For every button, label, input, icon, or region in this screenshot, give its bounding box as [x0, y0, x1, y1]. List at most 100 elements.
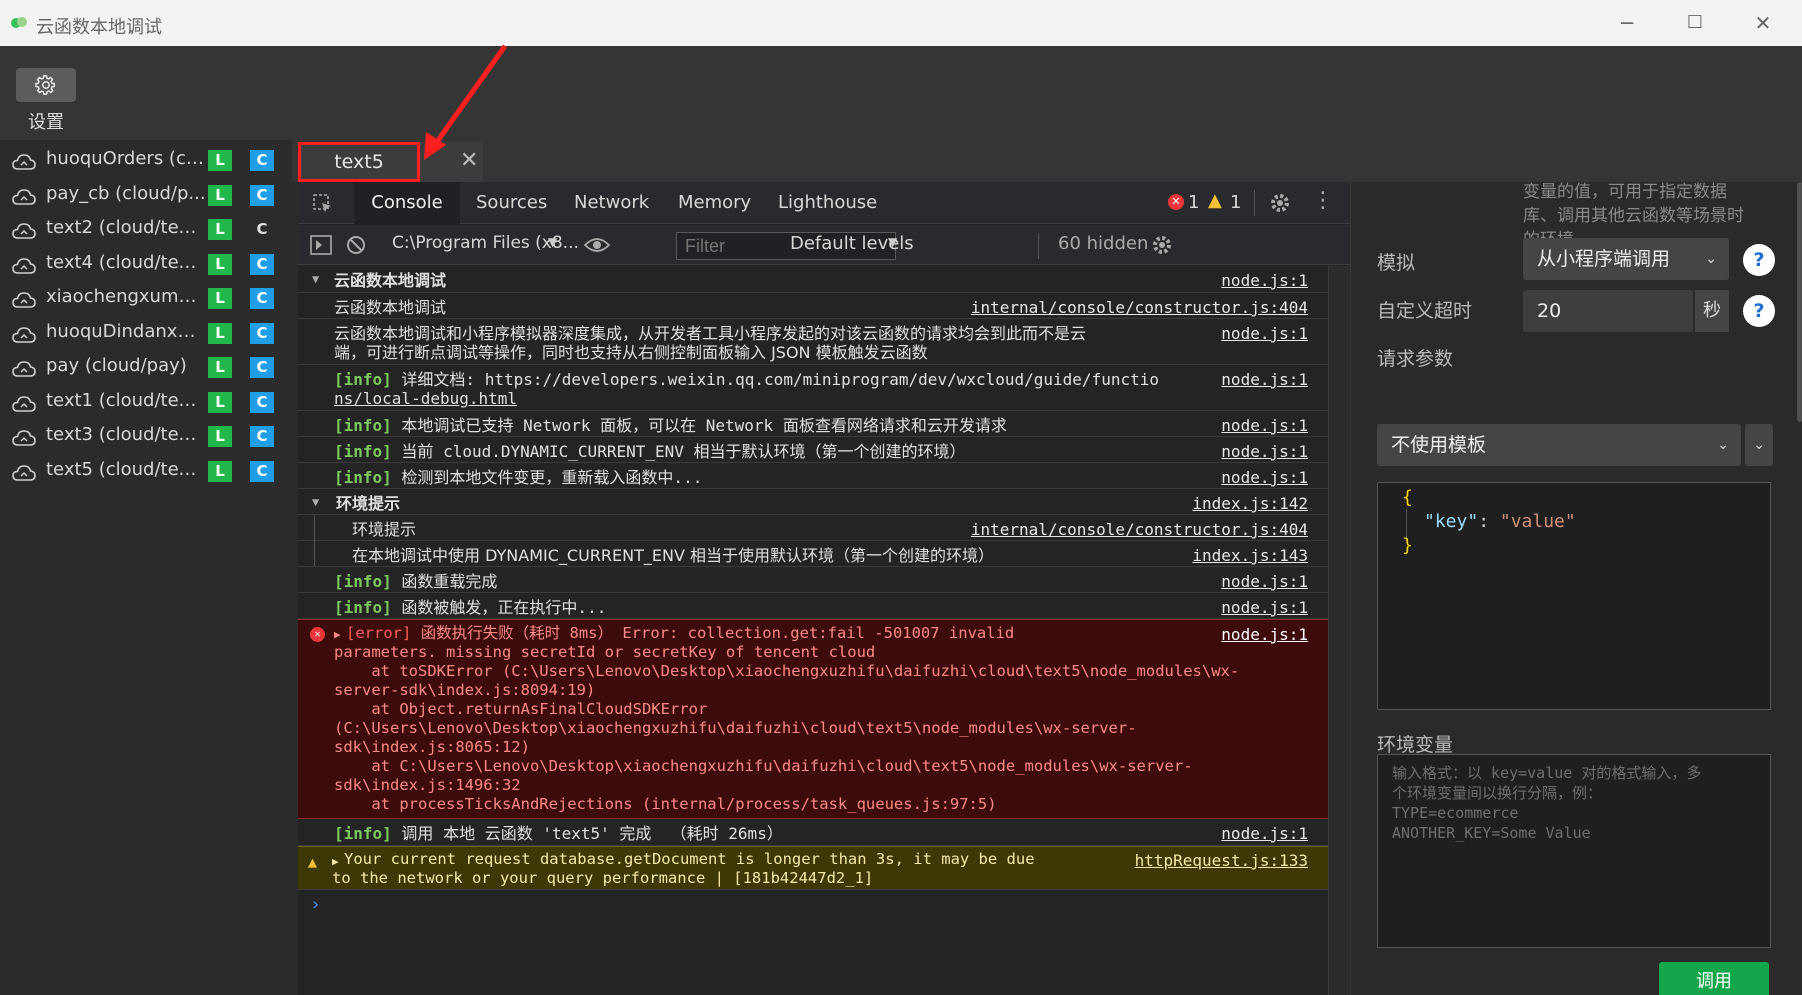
- divider: [1254, 190, 1255, 216]
- close-tab-icon[interactable]: ✕: [460, 148, 478, 173]
- source-link[interactable]: node.js:1: [1221, 597, 1308, 619]
- inspect-element-icon[interactable]: [312, 193, 334, 215]
- mode-select[interactable]: 从小程序端调用 ⌄: [1523, 238, 1729, 280]
- expand-triangle-icon[interactable]: ▶: [332, 855, 339, 868]
- source-link[interactable]: index.js:142: [1192, 493, 1308, 515]
- console-row: 在本地调试中使用 DYNAMIC_CURRENT_ENV 相当于使用默认环境（第…: [298, 541, 1328, 567]
- function-item[interactable]: pay_cb (cloud/p... L C: [0, 179, 292, 213]
- console-row: [info] 本地调试已支持 Network 面板，可以在 Network 面板…: [298, 411, 1328, 437]
- source-link[interactable]: node.js:1: [1221, 467, 1308, 489]
- tab-memory[interactable]: Memory: [678, 192, 751, 213]
- clear-console-icon[interactable]: [346, 235, 366, 255]
- function-name: text4 (cloud/text4): [46, 251, 206, 273]
- local-badge: L: [208, 426, 232, 447]
- close-window-button[interactable]: ✕: [1748, 8, 1778, 38]
- error-count[interactable]: 1: [1188, 192, 1199, 213]
- settings-button[interactable]: [16, 68, 76, 102]
- cloud-icon: [12, 395, 36, 412]
- function-item[interactable]: text5 (cloud/text5) L C: [0, 455, 292, 489]
- error-icon: ✕: [310, 627, 325, 642]
- console-row: 环境提示 internal/console/constructor.js:404: [298, 515, 1328, 567]
- panel-scrollbar[interactable]: [1797, 182, 1802, 422]
- source-link[interactable]: internal/console/constructor.js:404: [971, 519, 1308, 541]
- env-vars-textarea[interactable]: 输入格式：以 key=value 对的格式输入，多 个环境变量间以换行分隔，例：…: [1377, 754, 1771, 948]
- tab-network[interactable]: Network: [574, 192, 649, 213]
- tab-console[interactable]: Console: [354, 182, 460, 224]
- console-row: 云函数本地调试 internal/console/constructor.js:…: [298, 293, 1328, 319]
- error-line: at Object.returnAsFinalCloudSDKError: [334, 700, 708, 718]
- console-filterbar: C:\Program Files (x8... ▼ Default levels…: [298, 225, 1350, 265]
- template-select[interactable]: 不使用模板 ⌄: [1377, 424, 1741, 466]
- console-settings-icon[interactable]: [1150, 233, 1174, 257]
- source-link[interactable]: node.js:1: [1221, 369, 1308, 391]
- console-row: [info] 详细文档: https://developers.weixin.q…: [298, 365, 1328, 411]
- source-link[interactable]: index.js:143: [1192, 545, 1308, 567]
- cloud-badge: C: [250, 460, 274, 482]
- tab-lighthouse[interactable]: Lighthouse: [778, 192, 877, 213]
- maximize-button[interactable]: ☐: [1680, 8, 1710, 38]
- timeout-label: 自定义超时: [1377, 300, 1473, 322]
- minimize-button[interactable]: ─: [1612, 8, 1642, 38]
- console-scrollbar[interactable]: [1328, 266, 1350, 995]
- cloud-badge: C: [250, 391, 274, 413]
- tab-sources[interactable]: Sources: [476, 192, 547, 213]
- source-link[interactable]: node.js:1: [1221, 571, 1308, 593]
- function-name: text3 (cloud/text3): [46, 424, 206, 445]
- warning-count[interactable]: 1: [1230, 192, 1241, 213]
- function-item[interactable]: text1 (cloud/text1) L C: [0, 386, 292, 420]
- function-name: huoquOrders (cl...: [46, 148, 206, 169]
- template-more-button[interactable]: ⌄: [1745, 424, 1773, 466]
- sidebar-toggle-icon[interactable]: [310, 235, 332, 255]
- local-badge: L: [208, 150, 232, 171]
- mode-label: 模拟: [1377, 252, 1416, 274]
- error-line: sdk\index.js:8065:12): [334, 738, 530, 756]
- eye-icon[interactable]: [584, 235, 610, 255]
- source-link[interactable]: node.js:1: [1221, 270, 1308, 292]
- console-group-header[interactable]: ▼ 环境提示 index.js:142: [298, 489, 1328, 515]
- source-link[interactable]: node.js:1: [1221, 624, 1308, 646]
- source-link[interactable]: httpRequest.js:133: [1135, 850, 1308, 872]
- source-link[interactable]: node.js:1: [1221, 441, 1308, 463]
- function-item[interactable]: xiaochengxuma ... L C: [0, 282, 292, 316]
- request-params-editor[interactable]: { "key": "value" }: [1377, 482, 1771, 710]
- function-name: huoquDindanxq ...: [46, 320, 206, 342]
- doc-link[interactable]: ns/local-debug.html: [334, 388, 517, 410]
- debug-options-panel: 变量的值，可用于指定数据 库、调用其他云函数等场景时 的环境。 模拟 从小程序端…: [1350, 182, 1802, 995]
- cloud-icon: [12, 223, 36, 239]
- more-options-icon[interactable]: ⋮: [1312, 188, 1334, 213]
- cloud-icon: [12, 464, 36, 481]
- settings-label: 设置: [28, 112, 64, 133]
- tab-text5[interactable]: text5 ✕: [298, 142, 483, 182]
- help-icon[interactable]: ?: [1743, 295, 1775, 327]
- function-item[interactable]: text2 (cloud/text2) L C: [0, 213, 292, 247]
- source-link[interactable]: node.js:1: [1221, 323, 1308, 345]
- console-row: [info] 函数重载完成 node.js:1: [298, 567, 1328, 593]
- error-icon: ✕: [1168, 194, 1184, 210]
- function-item[interactable]: huoquDindanxq ... L C: [0, 317, 292, 351]
- divider: [1038, 233, 1039, 259]
- cloud-icon: [12, 326, 36, 343]
- console-error-row: ✕ ▶ [error] 函数执行失败（耗时 8ms） Error: collec…: [298, 619, 1328, 819]
- env-label: 环境变量: [1377, 734, 1454, 756]
- cloud-badge: C: [250, 426, 274, 447]
- error-message: [error] 函数执行失败（耗时 8ms） Error: collection…: [334, 624, 1239, 814]
- timeout-input[interactable]: 20: [1523, 290, 1693, 332]
- function-item[interactable]: pay (cloud/pay) L C: [0, 351, 292, 385]
- error-line: (C:\Users\Lenovo\Desktop\xiaochengxuzhif…: [334, 719, 1137, 737]
- function-item[interactable]: huoquOrders (cl... L C: [0, 144, 292, 178]
- source-link[interactable]: node.js:1: [1221, 823, 1308, 845]
- help-icon[interactable]: ?: [1743, 244, 1775, 276]
- cloud-badge: C: [250, 253, 274, 275]
- settings-gear-icon[interactable]: [1268, 191, 1292, 215]
- console-group-header[interactable]: ▼ 云函数本地调试 node.js:1: [298, 266, 1328, 293]
- function-item[interactable]: text3 (cloud/text3) L C: [0, 420, 292, 454]
- source-link[interactable]: node.js:1: [1221, 415, 1308, 437]
- console-prompt[interactable]: ›: [310, 894, 321, 915]
- invoke-button[interactable]: 调用: [1659, 962, 1769, 995]
- cloud-badge: C: [250, 322, 274, 344]
- source-link[interactable]: internal/console/constructor.js:404: [971, 297, 1308, 319]
- function-list: huoquOrders (cl... L Cpay_cb (cloud/p... L C…: [0, 140, 292, 995]
- error-line: at processTicksAndRejections (internal/p…: [334, 795, 997, 813]
- function-item[interactable]: text4 (cloud/text4) L C: [0, 248, 292, 282]
- cloud-icon: [12, 292, 36, 308]
